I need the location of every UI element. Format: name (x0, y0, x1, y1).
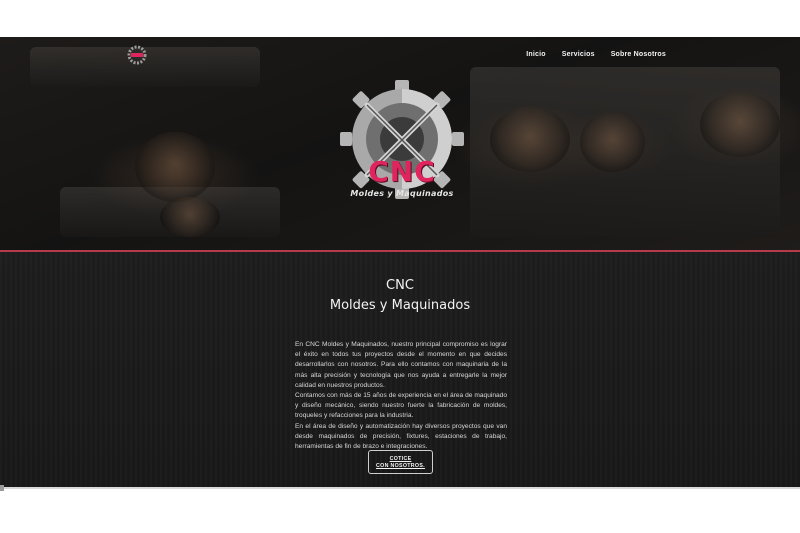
gear-logo-icon (127, 45, 147, 65)
hero-banner: Inicio Servicios Sobre Nosotros CNC Mold… (0, 37, 800, 250)
intro-title: CNC (386, 278, 414, 293)
main-nav: Inicio Servicios Sobre Nosotros (526, 51, 666, 58)
hero-logo: CNC Moldes y Maquinados (337, 77, 467, 202)
site-logo[interactable] (126, 44, 148, 66)
intro-subtitle: Moldes y Maquinados (329, 298, 471, 313)
nav-link-servicios[interactable]: Servicios (562, 51, 595, 58)
intro-paragraph: En CNC Moldes y Maquinados, nuestro prin… (295, 341, 507, 389)
scroll-marker (0, 485, 4, 491)
intro-paragraph: Contamos con más de 15 años de experienc… (295, 392, 507, 420)
contact-quote-button[interactable]: COTICE CON NOSOTROS. (368, 450, 433, 474)
intro-paragraph: En el área de diseño y automatización ha… (295, 422, 507, 451)
page-bottom-edge (0, 487, 800, 489)
page-frame: Inicio Servicios Sobre Nosotros CNC Mold… (0, 37, 800, 487)
nav-link-inicio[interactable]: Inicio (526, 51, 545, 58)
hero-logo-title: CNC (368, 155, 436, 188)
intro-text: En CNC Moldes y Maquinados, nuestro prin… (295, 340, 507, 452)
cta-label-line2: CON NOSOTROS. (376, 462, 425, 469)
nav-link-sobre-nosotros[interactable]: Sobre Nosotros (611, 51, 666, 58)
hero-logo-subtitle: Moldes y Maquinados (350, 189, 454, 198)
cta-label-line1: COTICE (389, 455, 412, 462)
intro-section: CNC Moldes y Maquinados En CNC Moldes y … (0, 252, 800, 487)
